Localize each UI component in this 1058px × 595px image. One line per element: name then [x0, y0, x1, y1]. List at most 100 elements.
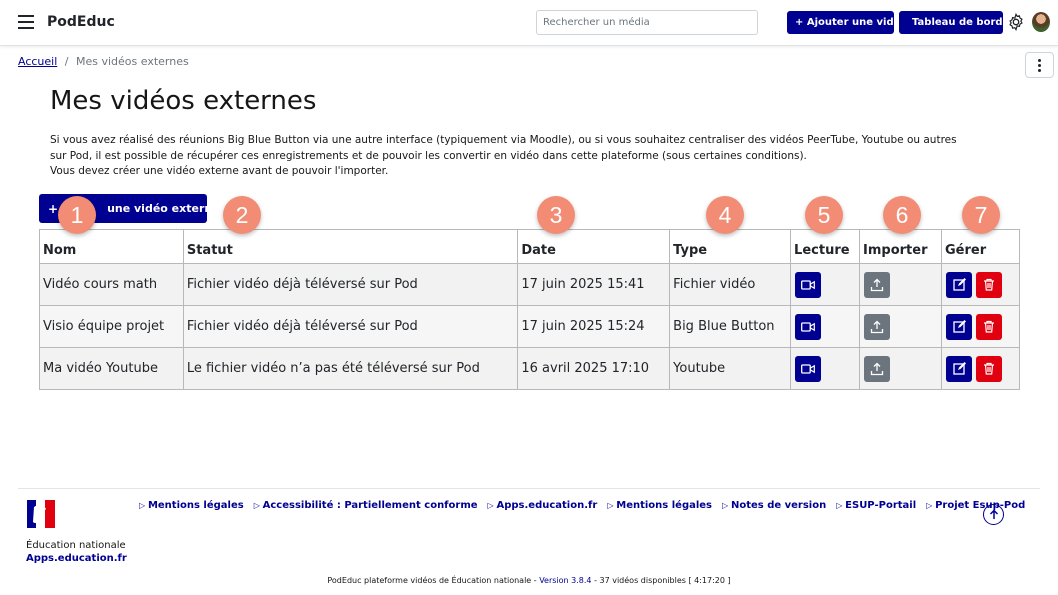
- breadcrumb-current: Mes vidéos externes: [76, 55, 189, 68]
- annotation-marker-7: 7: [962, 196, 1000, 234]
- search-input[interactable]: [536, 10, 758, 35]
- upload-icon: [870, 278, 884, 291]
- delete-button[interactable]: [976, 313, 1002, 340]
- version-link[interactable]: Version 3.8.4: [539, 576, 591, 585]
- footer-platform-text: PodEduc plateforme vidéos de Éducation n…: [327, 576, 540, 585]
- edit-icon: [952, 278, 966, 291]
- footer-link-mentions-2[interactable]: Mentions légales: [607, 500, 712, 511]
- edit-button[interactable]: [946, 313, 972, 340]
- user-avatar[interactable]: [1032, 12, 1050, 32]
- col-header-type: Type: [669, 229, 792, 264]
- col-header-lecture: Lecture: [790, 229, 861, 264]
- upload-icon: [870, 362, 884, 375]
- marianne-logo: [27, 500, 55, 528]
- cell-importer: [859, 263, 942, 306]
- footer-link-release-notes[interactable]: Notes de version: [722, 500, 826, 511]
- footer-divider: [18, 488, 1040, 489]
- cell-date: 17 juin 2025 15:41: [517, 263, 671, 306]
- more-options-button[interactable]: [1025, 52, 1054, 78]
- annotation-marker-1: 1: [58, 196, 96, 234]
- cell-lecture: [790, 347, 861, 390]
- cell-lecture: [790, 263, 861, 306]
- annotation-marker-4: 4: [706, 196, 744, 234]
- col-header-nom: Nom: [39, 229, 184, 264]
- annotation-marker-3: 3: [537, 196, 575, 234]
- back-to-top-button[interactable]: [983, 504, 1004, 525]
- footer-video-count: - 37 vidéos disponibles [ 4:17:20 ]: [591, 576, 731, 585]
- cell-nom: Vidéo cours math: [39, 263, 184, 306]
- cell-type: Youtube: [669, 347, 792, 390]
- import-button[interactable]: [864, 355, 891, 382]
- footer-link-mentions[interactable]: Mentions légales: [139, 500, 244, 511]
- edit-button[interactable]: [946, 271, 972, 298]
- play-video-button[interactable]: [795, 271, 822, 298]
- external-videos-table: Nom Statut Date Type Lecture Importer Gé…: [39, 229, 1020, 390]
- footer-links: Mentions légales Accessibilité : Partiel…: [139, 500, 1035, 511]
- breadcrumb-separator: /: [64, 55, 69, 68]
- table-header-row: Nom Statut Date Type Lecture Importer Gé…: [39, 229, 1020, 264]
- col-header-gerer: Gérer: [941, 229, 1020, 264]
- intro-line: Si vous avez réalisé des réunions Big Bl…: [50, 134, 957, 146]
- annotation-marker-2: 2: [223, 196, 261, 234]
- trash-icon: [984, 362, 994, 375]
- breadcrumb-home-link[interactable]: Accueil: [18, 55, 57, 68]
- cell-date: 17 juin 2025 15:24: [517, 305, 671, 348]
- cell-gerer: [941, 263, 1020, 306]
- plus-icon: +: [48, 201, 59, 216]
- dashboard-button[interactable]: Tableau de bord: [899, 11, 1003, 34]
- footer-link-esup-portail[interactable]: ESUP-Portail: [836, 500, 916, 511]
- video-camera-icon: [801, 363, 815, 374]
- upload-icon: [870, 320, 884, 333]
- intro-text: Si vous avez réalisé des réunions Big Bl…: [50, 133, 970, 180]
- cell-importer: [859, 305, 942, 348]
- play-video-button[interactable]: [795, 313, 822, 340]
- cell-nom: Visio équipe projet: [39, 305, 184, 348]
- add-video-button[interactable]: + Ajouter une vidéo: [787, 11, 907, 34]
- footer-status-line: PodEduc plateforme vidéos de Éducation n…: [0, 576, 1058, 585]
- video-camera-icon: [801, 321, 815, 332]
- import-button[interactable]: [864, 313, 891, 340]
- cell-importer: [859, 347, 942, 390]
- edit-button[interactable]: [946, 355, 972, 382]
- table-row: Visio équipe projet Fichier vidéo déjà t…: [39, 305, 1020, 348]
- import-button[interactable]: [864, 271, 891, 298]
- intro-line: Vous devez créer une vidéo externe avant…: [50, 165, 389, 177]
- delete-button[interactable]: [976, 355, 1002, 382]
- cell-date: 16 avril 2025 17:10: [517, 347, 671, 390]
- footer-link-accessibility[interactable]: Accessibilité : Partiellement conforme: [254, 500, 478, 511]
- menu-icon[interactable]: [18, 15, 34, 29]
- cell-type: Fichier vidéo: [669, 263, 792, 306]
- delete-button[interactable]: [976, 271, 1002, 298]
- footer-link-apps-education[interactable]: Apps.education.fr: [488, 500, 597, 511]
- table-row: Vidéo cours math Fichier vidéo déjà télé…: [39, 263, 1020, 306]
- create-button-label: une vidéo externe: [107, 202, 220, 215]
- trash-icon: [984, 278, 994, 291]
- cell-statut: Le fichier vidéo n’a pas été téléversé s…: [182, 347, 519, 390]
- dashboard-label: Tableau de bord: [912, 17, 1003, 28]
- col-header-date: Date: [517, 229, 671, 264]
- trash-icon: [984, 320, 994, 333]
- top-navbar: PodEduc + Ajouter une vidéo Tableau de b…: [0, 0, 1058, 46]
- cell-lecture: [790, 305, 861, 348]
- play-video-button[interactable]: [795, 355, 822, 382]
- cell-gerer: [941, 305, 1020, 348]
- arrow-up-icon: [989, 509, 998, 519]
- video-camera-icon: [801, 279, 815, 290]
- org-name: Éducation nationale: [26, 540, 126, 551]
- footer-link-esup-pod[interactable]: Projet Esup-Pod: [926, 500, 1025, 511]
- brand-title[interactable]: PodEduc: [47, 14, 115, 30]
- col-header-statut: Statut: [182, 229, 519, 264]
- settings-icon[interactable]: [1007, 13, 1025, 31]
- cell-type: Big Blue Button: [669, 305, 792, 348]
- intro-line: sur Pod, il est possible de récupérer ce…: [50, 149, 807, 162]
- edit-icon: [952, 320, 966, 333]
- cell-nom: Ma vidéo Youtube: [39, 347, 184, 390]
- cell-gerer: [941, 347, 1020, 390]
- edit-icon: [952, 362, 966, 375]
- breadcrumb: Accueil / Mes vidéos externes: [18, 55, 189, 68]
- annotation-marker-6: 6: [883, 196, 921, 234]
- org-link[interactable]: Apps.education.fr: [26, 553, 127, 564]
- table-row: Ma vidéo Youtube Le fichier vidéo n’a pa…: [39, 347, 1020, 390]
- cell-statut: Fichier vidéo déjà téléversé sur Pod: [182, 305, 519, 348]
- annotation-marker-5: 5: [805, 196, 843, 234]
